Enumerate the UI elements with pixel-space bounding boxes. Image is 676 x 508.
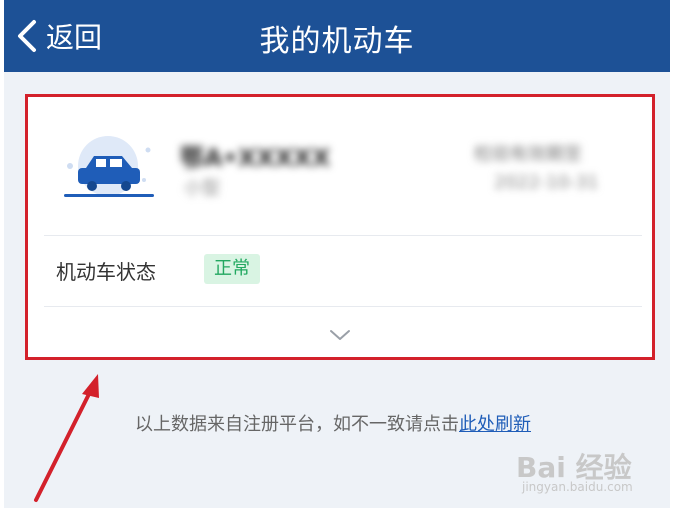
car-icon <box>64 136 154 197</box>
refresh-link[interactable]: 此处刷新 <box>459 414 531 435</box>
watermark-url: jingyan.baidu.com <box>522 480 633 494</box>
inspection-label-blurred: 检验有效期至 <box>474 144 582 165</box>
vehicle-status-label: 机动车状态 <box>56 260 156 284</box>
page-title: 我的机动车 <box>259 24 415 59</box>
plate-number-blurred: 鄂A•XXXXX <box>180 144 331 172</box>
divider <box>44 306 642 307</box>
vehicle-type-blurred: 小型 <box>184 178 220 199</box>
chevron-down-icon <box>330 330 350 340</box>
note-text: 以上数据来自注册平台，如不一致请点击 <box>135 414 459 435</box>
inspection-date-blurred: 2022-10-31 <box>494 172 599 193</box>
baidu-jingyan-watermark: Bai 经验 jingyan.baidu.com <box>516 440 666 500</box>
top-nav-bar: 返回 我的机动车 <box>4 0 670 72</box>
status-badge: 正常 <box>204 254 260 284</box>
data-source-note: 以上数据来自注册平台，如不一致请点击此处刷新 <box>0 410 666 436</box>
expand-button[interactable] <box>320 322 360 348</box>
divider <box>44 235 642 236</box>
